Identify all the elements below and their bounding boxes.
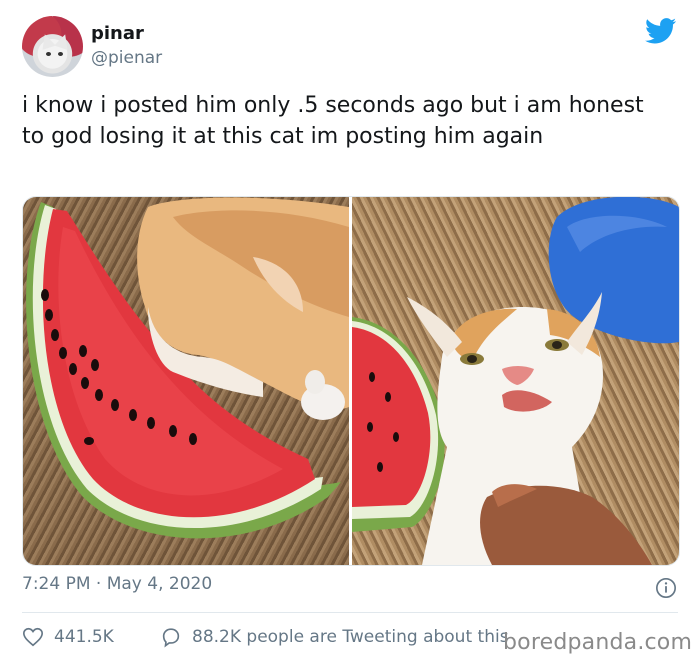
reply-button[interactable]: 88.2K people are Tweeting about this — [160, 626, 509, 648]
cat-face-closeup-photo[interactable] — [352, 197, 679, 565]
tweeting-count: 88.2K people are Tweeting about this — [192, 627, 509, 647]
tweet-text: i know i posted him only .5 seconds ago … — [22, 93, 644, 149]
speech-bubble-icon — [162, 628, 180, 648]
media-grid — [22, 196, 680, 566]
avatar[interactable] — [22, 16, 83, 77]
cat-eating-watermelon-photo[interactable] — [23, 197, 349, 565]
twitter-bird-icon[interactable] — [645, 18, 677, 44]
author-display-name[interactable]: pinar — [91, 23, 144, 44]
cat-face-closeup-illustration — [352, 197, 679, 565]
info-icon[interactable] — [655, 577, 677, 599]
divider — [22, 612, 678, 613]
tweet-date: May 4, 2020 — [106, 574, 213, 594]
timestamp-separator: · — [95, 574, 102, 594]
like-button[interactable]: 441.5K — [22, 626, 114, 648]
cat-eating-watermelon-illustration — [26, 197, 349, 539]
like-count: 441.5K — [54, 627, 114, 647]
tweet-timestamp[interactable]: 7:24 PM · May 4, 2020 — [22, 574, 212, 594]
site-watermark: boredpanda.com — [503, 630, 693, 655]
heart-icon — [23, 627, 43, 647]
tweet-time: 7:24 PM — [22, 574, 91, 594]
author-handle[interactable]: @pienar — [91, 48, 162, 68]
